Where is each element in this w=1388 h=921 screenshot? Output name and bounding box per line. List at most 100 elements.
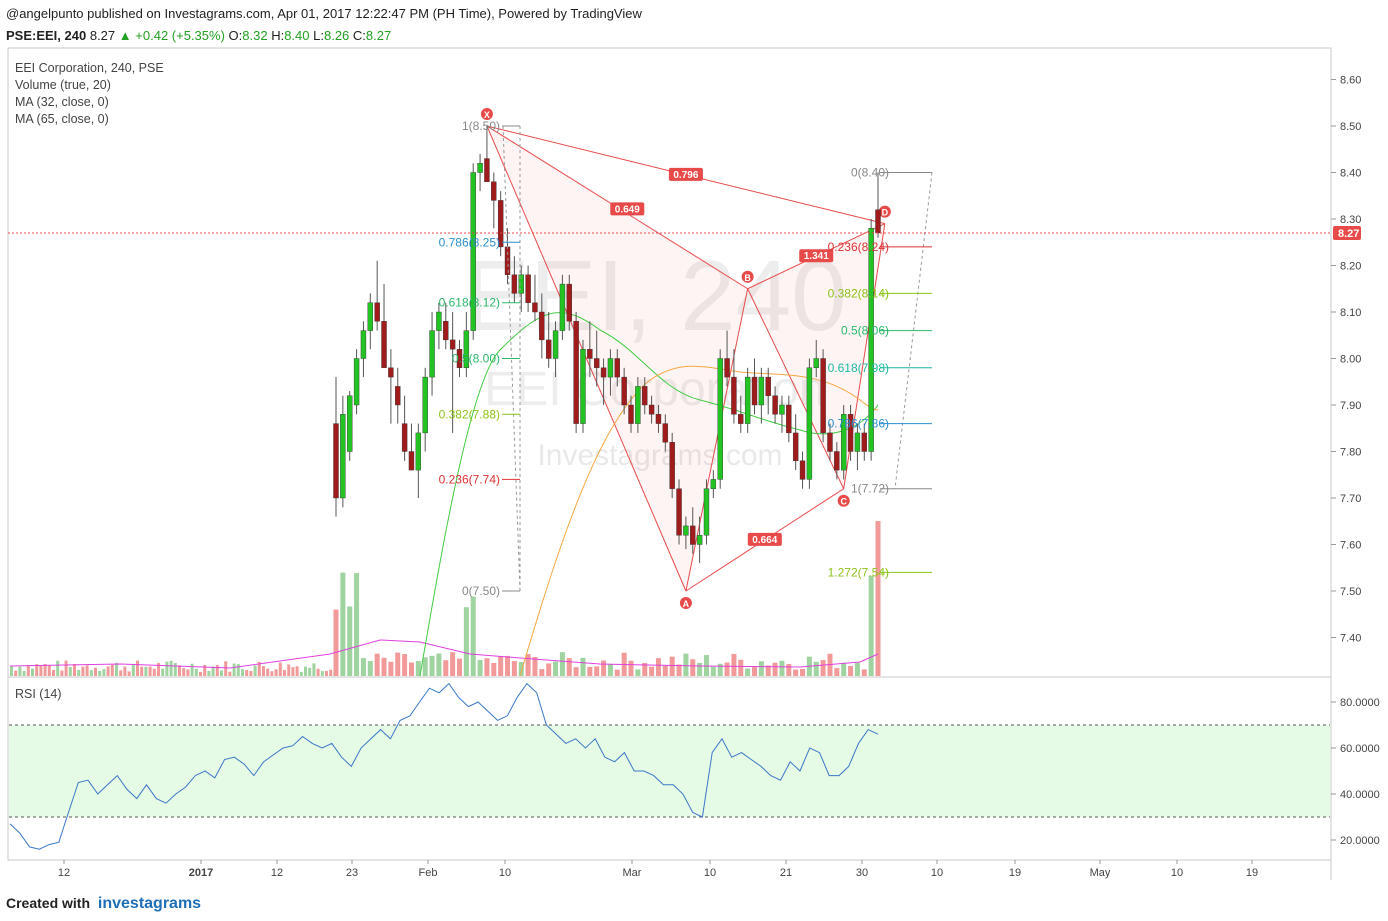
- volume-bar: [115, 662, 118, 676]
- price-tick-label: 8.20: [1340, 261, 1361, 273]
- volume-bar: [320, 671, 324, 676]
- volume-bar: [669, 656, 675, 676]
- candle-body: [669, 442, 675, 489]
- time-tick-label: 10: [704, 867, 716, 879]
- volume-bar: [56, 660, 60, 676]
- candle-body: [374, 302, 380, 322]
- candle-body: [710, 479, 717, 489]
- volume-bar: [194, 668, 198, 676]
- volume-bar: [73, 663, 76, 676]
- fib-right-label: 0.5(8.06): [841, 324, 889, 338]
- candle-body: [353, 358, 360, 406]
- volume-bar: [190, 663, 194, 676]
- fib-left-label: 0.786(8.25): [439, 235, 500, 249]
- volume-bar: [110, 664, 114, 676]
- time-tick-label: 21: [780, 867, 792, 879]
- price-chart[interactable]: EEI, 240 EEI Corporation Investagrams.co…: [0, 0, 1388, 921]
- candle-body: [827, 432, 833, 452]
- volume-bar: [173, 663, 177, 676]
- volume-bar: [628, 660, 634, 676]
- fib-right-label: 0.618(7.98): [828, 361, 889, 375]
- candle-body: [395, 386, 401, 406]
- fib-left-label: 0.5(8.00): [452, 352, 500, 366]
- volume-bar: [333, 609, 339, 676]
- candle-body: [751, 376, 758, 406]
- volume-bar: [408, 662, 414, 676]
- candle-body: [511, 274, 518, 294]
- investagrams-logo[interactable]: investagrams: [98, 895, 201, 912]
- volume-bar: [152, 668, 156, 676]
- candle-body: [587, 349, 593, 359]
- volume-bar: [215, 664, 219, 676]
- time-tick-label: Feb: [419, 867, 438, 879]
- candle-body: [594, 358, 600, 369]
- price-tick-label: 8.10: [1340, 307, 1361, 319]
- candle-body: [347, 395, 353, 452]
- time-tick-label: 12: [271, 867, 283, 879]
- volume-bar: [594, 666, 600, 676]
- time-tick-label: Mar: [623, 867, 642, 879]
- volume-bar: [655, 658, 661, 676]
- harmonic-ratio-label: 1.341: [804, 251, 829, 262]
- candle-body: [717, 358, 723, 480]
- candle-body: [792, 432, 799, 461]
- volume-bar: [347, 606, 353, 676]
- price-tick-label: 8.30: [1340, 214, 1361, 226]
- volume-bar: [443, 660, 449, 676]
- volume-bar: [498, 656, 504, 676]
- volume-bar: [10, 666, 13, 676]
- volume-bar: [745, 668, 751, 676]
- volume-bar: [532, 657, 538, 676]
- candle-body: [429, 330, 435, 378]
- volume-bar: [395, 652, 401, 676]
- volume-bar: [436, 653, 442, 676]
- volume-bar: [703, 655, 709, 676]
- harmonic-ratio-label: 0.796: [673, 170, 698, 181]
- volume-bar: [295, 666, 299, 676]
- candle-body: [539, 311, 545, 341]
- last-price-label: 8.27: [1338, 228, 1359, 240]
- candle-body: [758, 376, 765, 406]
- volume-bar: [854, 662, 860, 676]
- volume-bar: [354, 573, 360, 676]
- harmonic-ratio-label: 0.664: [752, 535, 777, 546]
- volume-bar: [559, 652, 565, 676]
- volume-bar: [697, 662, 703, 676]
- volume-bar: [283, 670, 286, 676]
- fib-right-label: 0.382(8.14): [828, 286, 889, 300]
- legend-ma32: MA (32, close, 0): [15, 95, 109, 109]
- time-tick-label: 19: [1009, 867, 1021, 879]
- fib-right-label: 1(7.72): [851, 482, 889, 496]
- volume-bar: [511, 660, 517, 676]
- candle-body: [422, 376, 428, 434]
- fib-left-label: 0(7.50): [462, 584, 500, 598]
- volume-bar: [868, 576, 874, 676]
- volume-bar: [587, 666, 593, 676]
- candle-body: [676, 488, 682, 536]
- candle-body: [518, 274, 524, 294]
- candle-body: [484, 158, 490, 183]
- rsi-tick-label: 80.0000: [1340, 697, 1380, 709]
- volume-bar: [85, 665, 89, 676]
- candle-body: [806, 367, 813, 480]
- volume-bar: [601, 660, 607, 676]
- price-tick-label: 8.50: [1340, 121, 1361, 133]
- volume-bar: [738, 659, 744, 676]
- volume-bar: [484, 658, 490, 676]
- candle-body: [491, 181, 497, 201]
- legend-ma65: MA (65, close, 0): [15, 112, 109, 126]
- candle-body: [367, 302, 374, 331]
- harmonic-point-label: D: [882, 208, 889, 218]
- candle-body: [765, 376, 771, 396]
- candle-body: [525, 274, 531, 303]
- volume-bar: [232, 663, 236, 676]
- time-tick-label: 23: [346, 867, 358, 879]
- candle-body: [628, 404, 634, 424]
- volume-bar: [374, 653, 380, 676]
- volume-bar: [186, 669, 190, 676]
- volume-bar: [287, 664, 291, 676]
- volume-bar: [278, 662, 282, 676]
- volume-bar: [77, 669, 81, 676]
- volume-bar: [875, 521, 881, 676]
- price-tick-label: 8.40: [1340, 168, 1361, 180]
